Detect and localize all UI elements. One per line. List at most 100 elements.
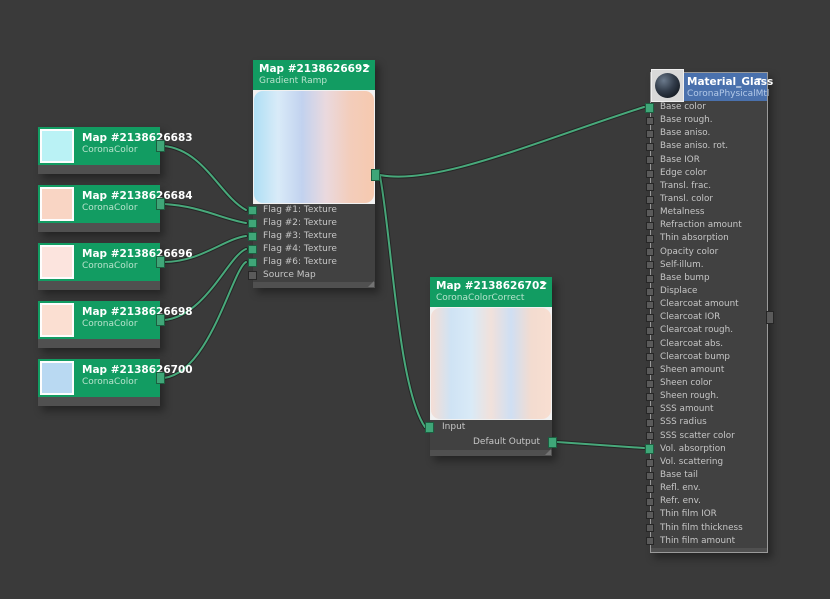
material-slot-row[interactable]: Refr. env.: [651, 495, 767, 508]
material-output-socket[interactable]: [766, 311, 774, 324]
material-slot-row[interactable]: Sheen rough.: [651, 390, 767, 403]
material-slot-row[interactable]: Transl. frac.: [651, 180, 767, 193]
material-slot-row[interactable]: Refl. env.: [651, 482, 767, 495]
input-socket[interactable]: [646, 222, 654, 230]
material-slot-row[interactable]: Displace: [651, 285, 767, 298]
output-socket[interactable]: [156, 198, 165, 210]
input-socket[interactable]: [646, 170, 654, 178]
material-slot-row[interactable]: Clearcoat IOR: [651, 311, 767, 324]
input-socket[interactable]: [646, 327, 654, 335]
material-slot-row[interactable]: Base rough.: [651, 114, 767, 127]
material-slot-row[interactable]: Transl. color: [651, 193, 767, 206]
node-header[interactable]: Map #2138626698 CoronaColor: [38, 301, 160, 339]
material-slot-row[interactable]: Thin film thickness: [651, 522, 767, 535]
input-socket[interactable]: [646, 432, 654, 440]
node-colorcorrect[interactable]: Map #2138626702 CoronaColorCorrect – Inp…: [430, 277, 552, 456]
material-slot-row[interactable]: SSS scatter color: [651, 430, 767, 443]
node-header[interactable]: Map #2138626692 Gradient Ramp –: [253, 60, 375, 90]
color-swatch[interactable]: [40, 129, 74, 163]
color-swatch[interactable]: [40, 245, 74, 279]
input-socket[interactable]: [646, 235, 654, 243]
input-socket[interactable]: [646, 130, 654, 138]
material-slot-row[interactable]: Base aniso. rot.: [651, 140, 767, 153]
input-socket[interactable]: [646, 498, 654, 506]
input-slot-row[interactable]: Flag #2: Texture: [253, 217, 375, 230]
collapse-icon[interactable]: –: [756, 73, 763, 87]
node-header[interactable]: Map #2138626700 CoronaColor: [38, 359, 160, 397]
input-socket[interactable]: [646, 314, 654, 322]
input-socket[interactable]: [248, 271, 257, 280]
resize-handle-icon[interactable]: [545, 449, 551, 455]
input-slot-row[interactable]: Input: [430, 420, 552, 435]
input-socket[interactable]: [646, 117, 654, 125]
input-socket[interactable]: [248, 232, 257, 241]
material-slot-row[interactable]: Metalness: [651, 206, 767, 219]
node-header[interactable]: Map #2138626683 CoronaColor: [38, 127, 160, 165]
material-slot-row[interactable]: Thin film amount: [651, 535, 767, 548]
material-slot-row[interactable]: SSS radius: [651, 416, 767, 429]
input-socket[interactable]: [425, 422, 434, 433]
node-coronacolor-5[interactable]: Map #2138626700 CoronaColor: [38, 359, 160, 406]
output-socket[interactable]: [156, 314, 165, 326]
color-swatch[interactable]: [40, 303, 74, 337]
input-slot-row[interactable]: Flag #6: Texture: [253, 256, 375, 269]
input-slot-row[interactable]: Flag #3: Texture: [253, 230, 375, 243]
material-slot-row[interactable]: Edge color: [651, 167, 767, 180]
node-header[interactable]: Map #2138626702 CoronaColorCorrect –: [430, 277, 552, 307]
material-slot-row[interactable]: Refraction amount: [651, 219, 767, 232]
map-preview[interactable]: [430, 307, 552, 420]
node-coronacolor-1[interactable]: Map #2138626683 CoronaColor: [38, 127, 160, 174]
material-slot-row[interactable]: Base tail: [651, 469, 767, 482]
input-socket[interactable]: [646, 472, 654, 480]
collapse-icon[interactable]: –: [364, 60, 371, 74]
input-socket[interactable]: [646, 380, 654, 388]
input-socket[interactable]: [646, 196, 654, 204]
material-slot-row[interactable]: Vol. scattering: [651, 456, 767, 469]
input-slot-row[interactable]: Flag #1: Texture: [253, 204, 375, 217]
input-socket[interactable]: [248, 245, 257, 254]
material-slot-row[interactable]: Clearcoat rough.: [651, 324, 767, 337]
input-socket[interactable]: [646, 209, 654, 217]
input-slot-row[interactable]: Source Map: [253, 269, 375, 282]
node-header[interactable]: Map #2138626684 CoronaColor: [38, 185, 160, 223]
input-socket[interactable]: [248, 219, 257, 228]
color-swatch[interactable]: [40, 187, 74, 221]
output-socket[interactable]: [156, 140, 165, 152]
input-socket[interactable]: [646, 419, 654, 427]
input-socket[interactable]: [646, 248, 654, 256]
resize-handle-icon[interactable]: [368, 281, 374, 287]
output-socket[interactable]: [156, 256, 165, 268]
material-slot-row[interactable]: Clearcoat amount: [651, 298, 767, 311]
output-socket[interactable]: [156, 372, 165, 384]
material-slot-row[interactable]: Base color: [651, 101, 767, 114]
input-socket[interactable]: [646, 393, 654, 401]
collapse-icon[interactable]: –: [541, 277, 548, 291]
material-slot-row[interactable]: Base bump: [651, 272, 767, 285]
input-socket[interactable]: [646, 275, 654, 283]
material-slot-row[interactable]: Thin film IOR: [651, 508, 767, 521]
input-socket[interactable]: [646, 511, 654, 519]
input-socket[interactable]: [646, 143, 654, 151]
input-socket[interactable]: [646, 524, 654, 532]
input-socket[interactable]: [646, 340, 654, 348]
material-slot-row[interactable]: SSS amount: [651, 403, 767, 416]
input-socket[interactable]: [646, 459, 654, 467]
output-socket[interactable]: [548, 437, 557, 448]
color-swatch[interactable]: [40, 361, 74, 395]
node-coronacolor-4[interactable]: Map #2138626698 CoronaColor: [38, 301, 160, 348]
wire-gradient-to-basecolor[interactable]: [380, 107, 644, 177]
input-socket[interactable]: [646, 261, 654, 269]
input-socket[interactable]: [646, 406, 654, 414]
material-slot-row[interactable]: Clearcoat abs.: [651, 338, 767, 351]
material-slot-row[interactable]: Clearcoat bump: [651, 351, 767, 364]
material-slot-row[interactable]: Sheen color: [651, 377, 767, 390]
material-slot-row[interactable]: Thin absorption: [651, 232, 767, 245]
material-slot-row[interactable]: Opacity color: [651, 246, 767, 259]
input-socket[interactable]: [646, 353, 654, 361]
material-slot-row[interactable]: Sheen amount: [651, 364, 767, 377]
output-slot-row[interactable]: Default Output: [430, 435, 552, 450]
node-graph-canvas[interactable]: Map #2138626683 CoronaColor Map #2138626…: [0, 0, 830, 599]
material-slot-row[interactable]: Base aniso.: [651, 127, 767, 140]
input-socket[interactable]: [645, 103, 654, 113]
input-slot-row[interactable]: Flag #4: Texture: [253, 243, 375, 256]
